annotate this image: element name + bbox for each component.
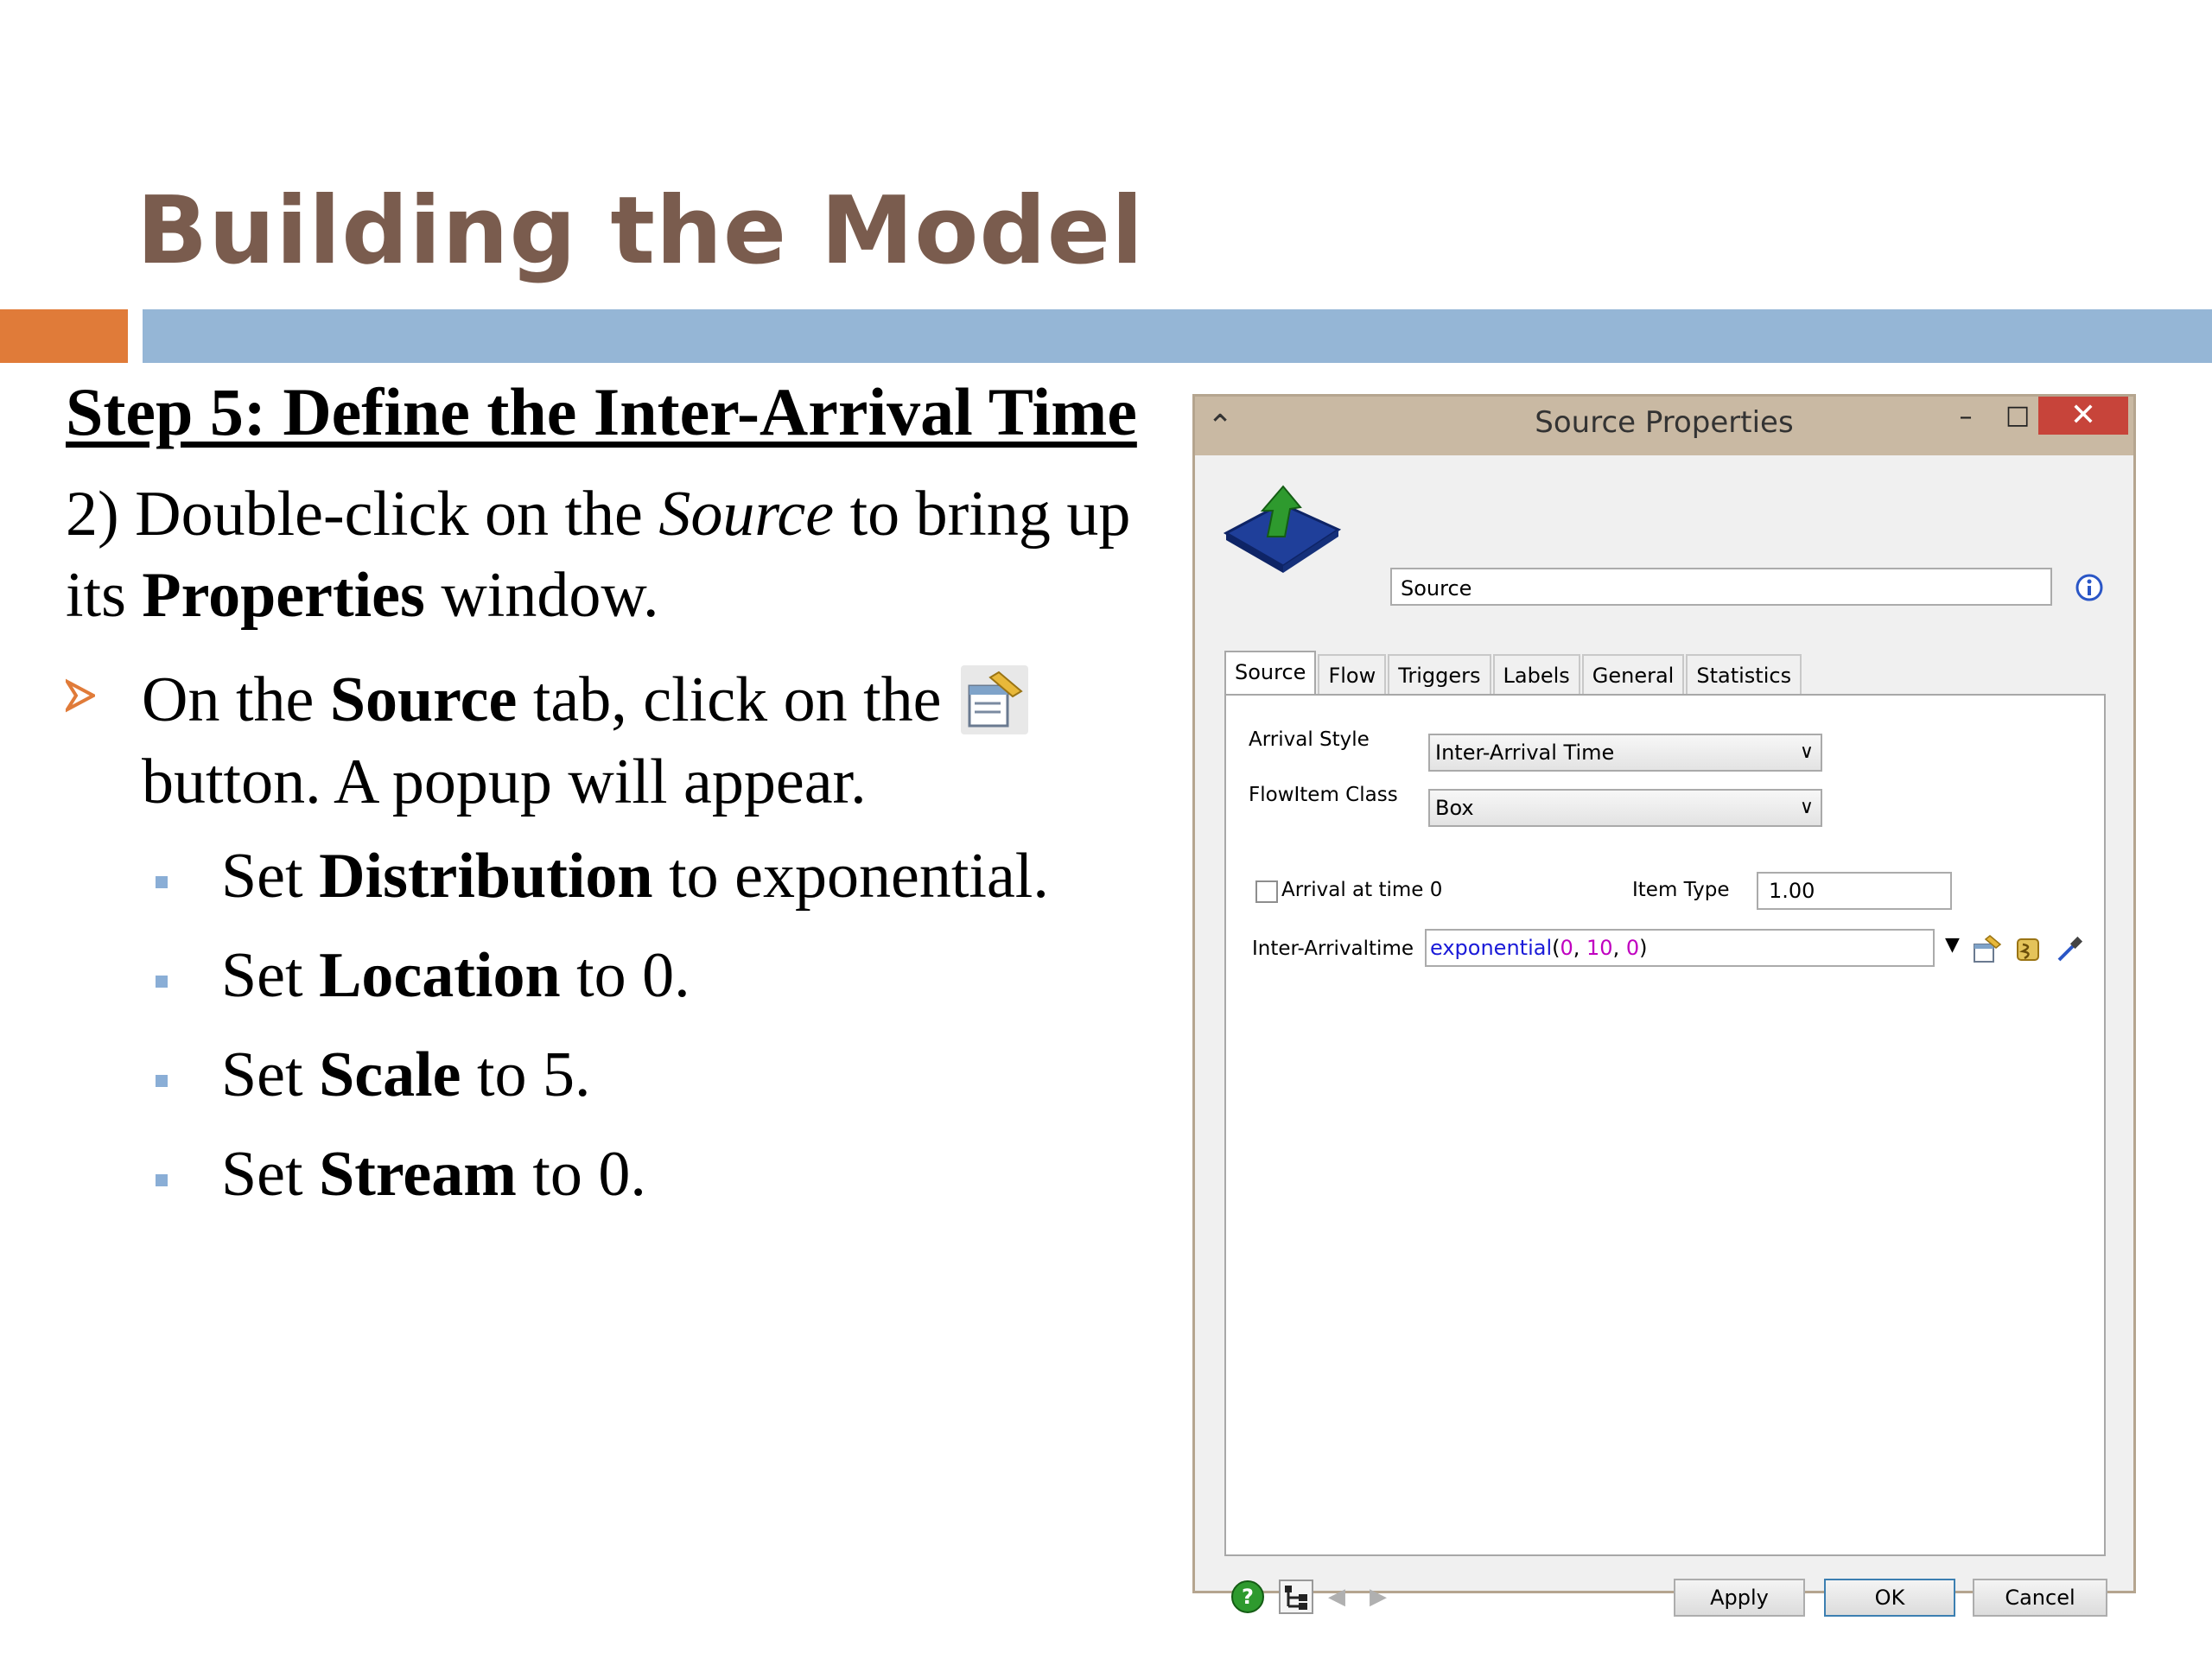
template-edit-icon	[961, 665, 1028, 734]
tab-triggers[interactable]: Triggers	[1388, 654, 1491, 696]
info-icon[interactable]	[2075, 573, 2104, 602]
cancel-button[interactable]: Cancel	[1973, 1579, 2107, 1617]
dialog-titlebar[interactable]: ⌃ Source Properties – □ ✕	[1195, 397, 2133, 455]
eyedropper-icon[interactable]	[2054, 934, 2085, 965]
tab-general[interactable]: General	[1581, 654, 1685, 696]
previous-arrow-icon[interactable]: ◀	[1328, 1584, 1345, 1610]
square-bullet-icon	[156, 1075, 168, 1087]
chevron-down-icon: ∨	[1799, 741, 1814, 763]
flowitem-class-select[interactable]: Box ∨	[1428, 789, 1822, 827]
subbullet-scale: Set Scale to 5.	[156, 1039, 591, 1112]
ok-button[interactable]: OK	[1824, 1579, 1955, 1617]
accent-bar-blue	[143, 309, 2212, 363]
arrival-style-label: Arrival Style	[1249, 728, 1370, 751]
square-bullet-icon	[156, 876, 168, 888]
item-type-label: Item Type	[1632, 879, 1730, 901]
arrival-at-time0-label: Arrival at time 0	[1281, 879, 1443, 901]
maximize-button[interactable]: □	[1992, 400, 2044, 438]
intro-paragraph: 2) Double-click on the Source to bring u…	[66, 479, 1131, 631]
script-scroll-icon[interactable]	[2012, 934, 2044, 965]
properties-tabs: Source Flow Triggers Labels General Stat…	[1224, 651, 1803, 697]
apply-button[interactable]: Apply	[1674, 1579, 1805, 1617]
tab-flow[interactable]: Flow	[1318, 654, 1387, 696]
svg-text:?: ?	[1242, 1585, 1254, 1609]
inter-arrival-code-field[interactable]: exponential(0, 10, 0)	[1425, 929, 1935, 967]
slide-title: Building the Model	[137, 177, 1144, 285]
close-button[interactable]: ✕	[2038, 397, 2128, 435]
inter-arrival-label: Inter-Arrivaltime	[1252, 938, 1414, 960]
object-name-input[interactable]: Source	[1390, 568, 2052, 606]
bullet-source-tab: On the Source tab, click on the button. …	[66, 659, 1172, 823]
subbullet-location: Set Location to 0.	[156, 939, 690, 1013]
source-tab-panel: Arrival Style Inter-Arrival Time ∨ FlowIt…	[1224, 694, 2106, 1556]
step-heading: Step 5: Define the Inter-Arrival Time	[66, 374, 1137, 449]
tab-source[interactable]: Source	[1224, 651, 1317, 697]
next-arrow-icon[interactable]: ▶	[1370, 1584, 1387, 1610]
source-object-icon	[1223, 485, 1342, 573]
subbullet-distribution: Set Distribution to exponential.	[156, 840, 1049, 913]
template-edit-icon[interactable]	[1971, 934, 2002, 965]
arrow-bullet-icon	[66, 678, 95, 713]
accent-bar-orange	[0, 309, 128, 363]
tab-labels[interactable]: Labels	[1492, 654, 1580, 696]
minimize-button[interactable]: –	[1940, 402, 1992, 440]
help-icon[interactable]: ?	[1230, 1579, 1266, 1615]
square-bullet-icon	[156, 1174, 168, 1186]
chevron-down-icon: ∨	[1799, 797, 1814, 818]
dropdown-arrow-icon[interactable]: ▼	[1945, 934, 1960, 956]
tab-statistics[interactable]: Statistics	[1686, 654, 1802, 696]
arrival-at-time0-checkbox[interactable]	[1255, 880, 1278, 903]
arrival-style-select[interactable]: Inter-Arrival Time ∨	[1428, 734, 1822, 772]
dialog-body: Source Source Flow Triggers Labels Gener…	[1204, 455, 2125, 1617]
item-type-input[interactable]: 1.00	[1757, 872, 1952, 910]
subbullet-stream: Set Stream to 0.	[156, 1138, 646, 1211]
source-properties-dialog: ⌃ Source Properties – □ ✕ Source Source …	[1192, 394, 2136, 1617]
flowitem-class-label: FlowItem Class	[1249, 784, 1398, 806]
tree-view-icon[interactable]	[1278, 1579, 1314, 1615]
square-bullet-icon	[156, 976, 168, 988]
